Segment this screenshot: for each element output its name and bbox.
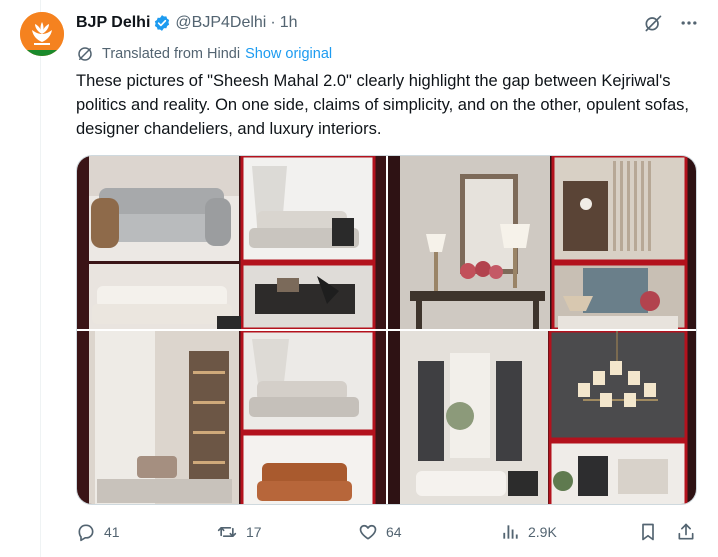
bjp-logo-icon xyxy=(20,12,64,56)
show-original-link[interactable]: Show original xyxy=(245,46,332,62)
tweet-header: BJP Delhi @BJP4Delhi · 1h xyxy=(76,12,297,34)
share-icon xyxy=(678,523,694,540)
media-photo-4[interactable] xyxy=(388,331,696,504)
console-collage-image xyxy=(388,156,696,329)
engagement-bar: 41 17 64 2.9K xyxy=(76,518,698,546)
media-photo-1[interactable] xyxy=(77,156,386,329)
top-actions xyxy=(642,12,700,34)
media-photo-3[interactable] xyxy=(77,331,386,504)
views-count: 2.9K xyxy=(528,524,557,540)
share-button[interactable] xyxy=(676,518,704,546)
avatar[interactable] xyxy=(20,12,64,56)
more-icon[interactable] xyxy=(678,12,700,34)
views-icon xyxy=(503,525,518,539)
bookmark-icon xyxy=(642,523,654,541)
sofa-collage-image xyxy=(77,156,386,329)
like-icon xyxy=(359,524,377,540)
separator-dot: · xyxy=(270,14,276,31)
reply-icon xyxy=(78,524,94,542)
tweet-text: These pictures of "Sheesh Mahal 2.0" cle… xyxy=(76,72,689,138)
reply-count: 41 xyxy=(104,524,120,540)
views-button[interactable]: 2.9K xyxy=(500,518,557,546)
translated-label: Translated from Hindi xyxy=(102,46,241,62)
repost-button[interactable]: 17 xyxy=(216,518,262,546)
grok-icon[interactable] xyxy=(642,12,664,34)
media-grid xyxy=(76,155,697,505)
translate-icon xyxy=(76,45,94,63)
chandelier-collage-image xyxy=(388,331,696,504)
like-count: 64 xyxy=(386,524,402,540)
bookmark-button[interactable] xyxy=(638,518,666,546)
thread-line xyxy=(40,0,41,557)
repost-icon xyxy=(217,527,237,537)
like-button[interactable]: 64 xyxy=(358,518,402,546)
living-room-collage-image xyxy=(77,331,386,504)
author-handle[interactable]: @BJP4Delhi xyxy=(175,14,266,32)
tweet-time[interactable]: 1h xyxy=(280,14,298,32)
verified-badge-icon xyxy=(153,14,171,32)
author-name[interactable]: BJP Delhi xyxy=(76,14,150,32)
media-photo-2[interactable] xyxy=(388,156,696,329)
repost-count: 17 xyxy=(246,524,262,540)
translation-note: Translated from Hindi Show original xyxy=(76,44,332,64)
reply-button[interactable]: 41 xyxy=(76,518,120,546)
